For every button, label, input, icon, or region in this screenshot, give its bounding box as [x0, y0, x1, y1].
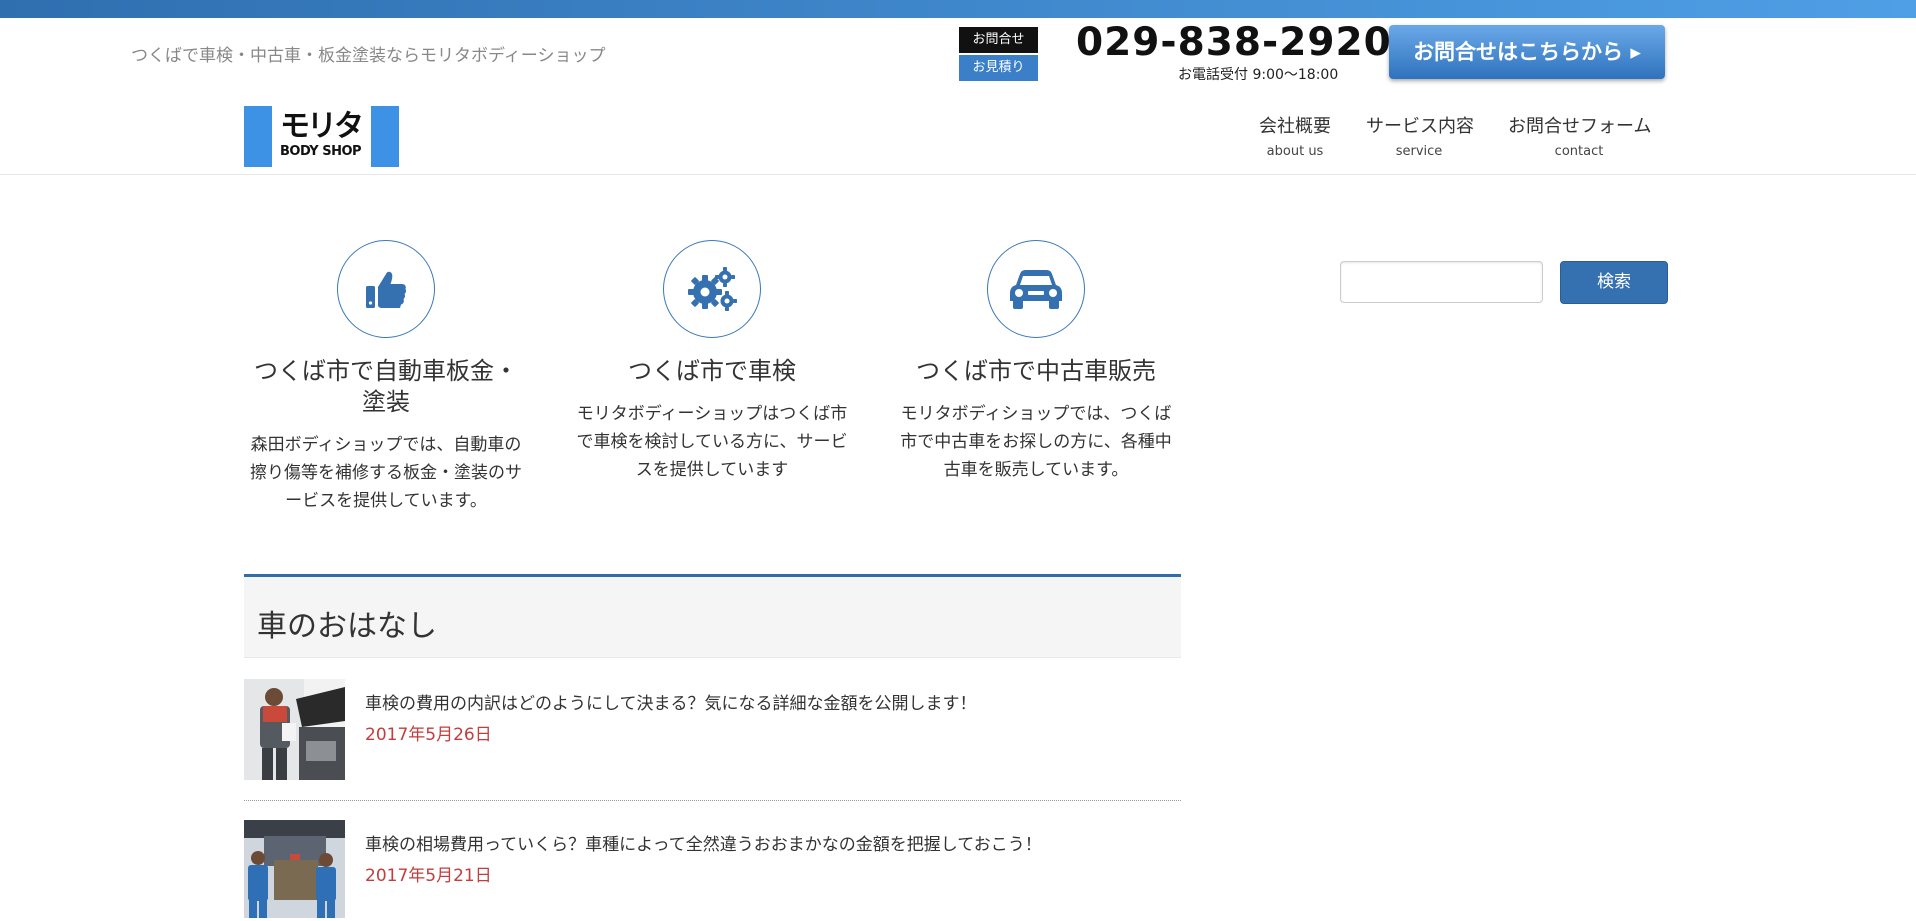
gears-icon: [688, 267, 737, 311]
phone-hours: お電話受付 9:00〜18:00: [1178, 67, 1339, 83]
feature-title: つくば市で中古車販売: [916, 357, 1156, 385]
feature-text: 森田ボディショップでは、自動車の擦り傷等を補修する板金・塗装のサービスを提供して…: [250, 435, 522, 511]
logo-bar-left: [244, 106, 272, 167]
feature-text: モリタボディーショップはつくば市で車検を検討している方に、サービスを提供していま…: [576, 404, 848, 480]
feature-title: つくば市で自動車板金・塗装: [254, 357, 518, 416]
site-logo[interactable]: モリタ BODY SHOP: [244, 106, 399, 167]
contact-mini-box[interactable]: お問合せ お見積り: [959, 27, 1038, 81]
nav-label: サービス内容: [1366, 116, 1474, 137]
post-title-link[interactable]: 車検の費用の内訳はどのようにして決まる？気になる詳細な金額を公開します！: [365, 689, 977, 714]
post-thumbnail[interactable]: [244, 679, 345, 780]
nav-item-about[interactable]: 会社概要 about us: [1258, 112, 1332, 159]
post-date: 2017年5月26日: [365, 725, 492, 745]
feature-icon-circle: [663, 240, 761, 338]
contact-mini-label-estimate: お見積り: [959, 55, 1038, 81]
contact-cta-button[interactable]: お問合せはこちらから ▸: [1389, 25, 1665, 79]
logo-bar-right: [371, 106, 399, 167]
nav-item-service[interactable]: サービス内容 service: [1366, 112, 1474, 159]
header-divider: [0, 174, 1916, 175]
top-gradient-bar: [0, 0, 1916, 18]
nav-label: お問合せフォーム: [1508, 116, 1652, 137]
list-item[interactable]: 車検の費用の内訳はどのようにして決まる？気になる詳細な金額を公開します！ 201…: [244, 679, 1181, 799]
feature-icon-circle: [337, 240, 435, 338]
feature-bodywork: つくば市で自動車板金・塗装 森田ボディショップでは、自動車の擦り傷等を補修する板…: [245, 240, 527, 515]
search-input[interactable]: [1340, 261, 1543, 303]
nav-sublabel: service: [1395, 144, 1443, 159]
logo-subtext: BODY SHOP: [280, 144, 362, 159]
contact-mini-label-inquiry: お問合せ: [959, 27, 1038, 53]
post-title-link[interactable]: 車検の相場費用っていくら？車種によって全然違うおおまかなの金額を把握しておこう！: [365, 830, 1042, 855]
feature-title: つくば市で車検: [628, 357, 796, 385]
feature-inspection: つくば市で車検 モリタボディーショップはつくば市で車検を検討している方に、サービ…: [571, 240, 853, 484]
nav-item-contact[interactable]: お問合せフォーム contact: [1508, 112, 1652, 159]
car-icon: [1010, 270, 1062, 309]
section-title: 車のおはなし: [257, 609, 437, 644]
post-thumbnail[interactable]: [244, 820, 345, 921]
post-date: 2017年5月21日: [365, 866, 492, 886]
nav-sublabel: about us: [1266, 144, 1324, 159]
logo-mark: モリタ: [280, 109, 364, 144]
list-item[interactable]: 車検の相場費用っていくら？車種によって全然違うおおまかなの金額を把握しておこう！…: [244, 820, 1181, 918]
search-button[interactable]: 検索: [1560, 261, 1668, 304]
nav-label: 会社概要: [1259, 116, 1331, 137]
feature-used-cars: つくば市で中古車販売 モリタボディショップでは、つくば市で中古車をお探しの方に、…: [895, 240, 1177, 484]
post-divider: [244, 800, 1181, 801]
section-header: 車のおはなし: [244, 574, 1181, 658]
thumbs-up-icon: [366, 271, 407, 308]
phone-number: 029-838-2920: [1076, 20, 1392, 65]
nav-sublabel: contact: [1554, 144, 1604, 159]
site-tagline: つくばで車検・中古車・板金塗装ならモリタボディーショップ: [131, 46, 606, 66]
feature-text: モリタボディショップでは、つくば市で中古車をお探しの方に、各種中古車を販売してい…: [900, 404, 1172, 480]
feature-icon-circle: [987, 240, 1085, 338]
